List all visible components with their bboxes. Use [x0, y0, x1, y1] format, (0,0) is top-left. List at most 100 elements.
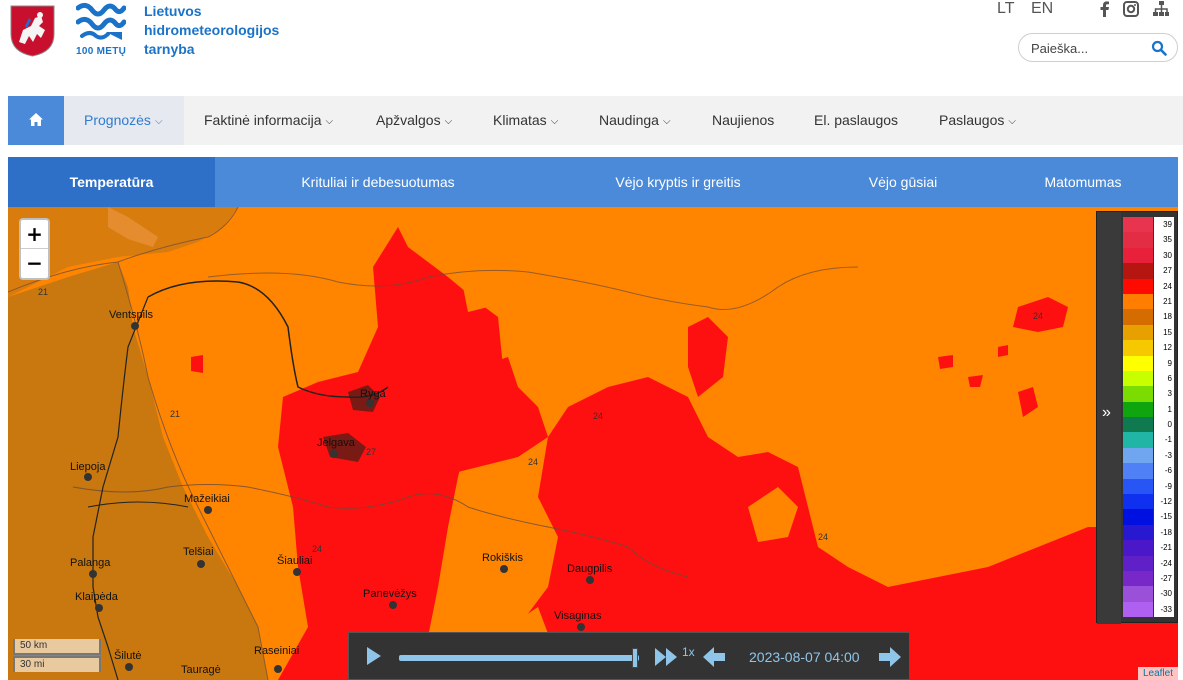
legend-value: 30	[1154, 247, 1174, 264]
legend-swatch	[1123, 217, 1153, 233]
nav-item-naudinga[interactable]: Naudinga ⌵	[599, 96, 671, 145]
logo-caption: 100 METŲ	[76, 46, 127, 57]
legend-swatch	[1123, 401, 1153, 418]
city-dot[interactable]	[95, 604, 103, 612]
tab-vejo-gusiai[interactable]: Vėjo gūsiai	[838, 157, 968, 207]
legend-value: -24	[1154, 555, 1174, 571]
city-dot[interactable]	[500, 565, 508, 573]
nav-home-button[interactable]	[8, 96, 64, 145]
legend-swatch	[1123, 370, 1153, 387]
zoom-out-button[interactable]: −	[21, 249, 48, 278]
nav-item-naujienos[interactable]: Naujienos	[712, 96, 774, 145]
search-icon[interactable]	[1151, 40, 1167, 56]
legend-row: 12	[1123, 340, 1175, 356]
nav-item-klimatas[interactable]: Klimatas ⌵	[493, 96, 558, 145]
tab-matomumas[interactable]: Matomumas	[1018, 157, 1148, 207]
lang-en-link[interactable]: EN	[1031, 0, 1053, 18]
time-player: 1x 2023-08-07 04:00	[348, 632, 910, 680]
legend-scale: 39 35 30 27 24 21 18 15 12 9 6 3 1 0 -1 -3 -6 -9 -12 -15 -18…	[1123, 217, 1175, 618]
nav-item-label: El. paslaugos	[814, 112, 899, 128]
lang-lt-link[interactable]: LT	[997, 0, 1014, 18]
sitemap-icon[interactable]	[1153, 1, 1169, 17]
legend-value: 39	[1154, 217, 1174, 233]
city-dot[interactable]	[577, 623, 585, 631]
city-dot[interactable]	[389, 601, 397, 609]
arrow-left-icon[interactable]	[701, 645, 727, 669]
legend-value: 24	[1154, 278, 1174, 294]
tab-temperatura[interactable]: Temperatūra	[8, 157, 215, 207]
time-slider-handle[interactable]	[632, 648, 638, 668]
legend-swatch	[1123, 555, 1153, 571]
legend-row: 3	[1123, 386, 1175, 402]
nav-item-paslaugos[interactable]: Paslaugos ⌵	[939, 96, 1016, 145]
time-slider-track[interactable]	[399, 655, 639, 661]
legend-swatch	[1123, 509, 1153, 525]
legend-value: -1	[1154, 432, 1174, 448]
city-label-siauliai: Šiauliai	[277, 555, 313, 567]
coat-of-arms-icon[interactable]	[9, 4, 56, 57]
city-label-ventspils: Ventspils	[109, 309, 154, 321]
city-dot[interactable]	[330, 450, 338, 458]
city-label-raseiniai: Raseiniai	[254, 645, 300, 657]
legend-value: -6	[1154, 463, 1174, 479]
play-icon[interactable]	[361, 643, 385, 669]
legend-value: -30	[1154, 586, 1174, 602]
city-dot[interactable]	[366, 399, 374, 407]
fast-forward-icon[interactable]	[653, 645, 679, 669]
city-dot[interactable]	[274, 665, 282, 673]
city-dot[interactable]	[197, 560, 205, 568]
arrow-right-icon[interactable]	[877, 645, 903, 669]
legend-swatch	[1123, 417, 1153, 433]
city-dot[interactable]	[204, 506, 212, 514]
legend-toggle-button[interactable]: »	[1097, 212, 1121, 624]
chevron-down-icon: ⌵	[444, 116, 453, 127]
legend-swatch	[1123, 278, 1153, 294]
legend-swatch	[1123, 478, 1153, 495]
scale-km: 50 km	[13, 639, 101, 655]
zoom-in-button[interactable]: +	[21, 220, 48, 249]
city-dot[interactable]	[293, 568, 301, 576]
city-dot[interactable]	[586, 576, 594, 584]
legend-value: 0	[1154, 417, 1174, 433]
temperature-map[interactable]: 21 21 24 24 24 24 24 27 Ventspils Ryga J…	[8, 207, 1178, 680]
chevron-down-icon: ⌵	[1008, 116, 1016, 127]
legend-row: -33	[1123, 601, 1175, 618]
nav-item-prognozes[interactable]: Prognozės ⌵	[64, 96, 184, 145]
nav-item-label: Klimatas	[493, 112, 547, 128]
city-dot[interactable]	[131, 322, 139, 330]
nav-item-el-paslaugos[interactable]: El. paslaugos	[814, 96, 898, 145]
lhmt-logo-icon[interactable]	[76, 2, 126, 42]
tab-vejo-kryptis[interactable]: Vėjo kryptis ir greitis	[568, 157, 788, 207]
city-label-telsiai: Telšiai	[183, 546, 214, 558]
forecast-tabs: Temperatūra Krituliai ir debesuotumas Vė…	[8, 157, 1178, 207]
contour-label: 24	[593, 411, 603, 421]
legend-swatch	[1123, 601, 1153, 618]
org-name-line1: Lietuvos	[144, 3, 202, 19]
legend-swatch	[1123, 540, 1153, 556]
nav-item-faktine-informacija[interactable]: Faktinė informacija ⌵	[204, 96, 333, 145]
city-label-jelgava: Jelgava	[317, 437, 355, 449]
leaflet-attribution-link[interactable]: Leaflet	[1137, 667, 1178, 680]
legend-row: -27	[1123, 570, 1175, 587]
temperature-legend: » 39 35 30 27 24 21 18 15 12 9 6 3 1 0 -1 -3 -6 -9 -12 -15-…	[1096, 211, 1178, 624]
city-dot[interactable]	[125, 663, 133, 671]
legend-value: 9	[1154, 355, 1174, 371]
instagram-icon[interactable]	[1123, 1, 1139, 17]
tab-krituliai[interactable]: Krituliai ir debesuotumas	[238, 157, 518, 207]
nav-item-label: Prognozės	[84, 112, 151, 128]
legend-row: -21	[1123, 540, 1175, 556]
legend-swatch	[1123, 386, 1153, 402]
org-name[interactable]: Lietuvos hidrometeorologijos tarnyba	[144, 2, 279, 59]
city-dot[interactable]	[89, 570, 97, 578]
legend-row: -24	[1123, 555, 1175, 571]
legend-row: 0	[1123, 417, 1175, 433]
search-input[interactable]	[1031, 39, 1146, 57]
playback-speed[interactable]: 1x	[682, 645, 695, 659]
facebook-icon[interactable]	[1097, 1, 1113, 17]
nav-item-label: Naujienos	[712, 112, 775, 128]
main-nav: Prognozės ⌵ Faktinė informacija ⌵ Apžvalgo…	[8, 96, 1183, 145]
contour-label: 27	[366, 447, 376, 457]
city-dot[interactable]	[84, 473, 92, 481]
contour-label: 24	[818, 532, 828, 542]
nav-item-apzvalgos[interactable]: Apžvalgos ⌵	[376, 96, 452, 145]
